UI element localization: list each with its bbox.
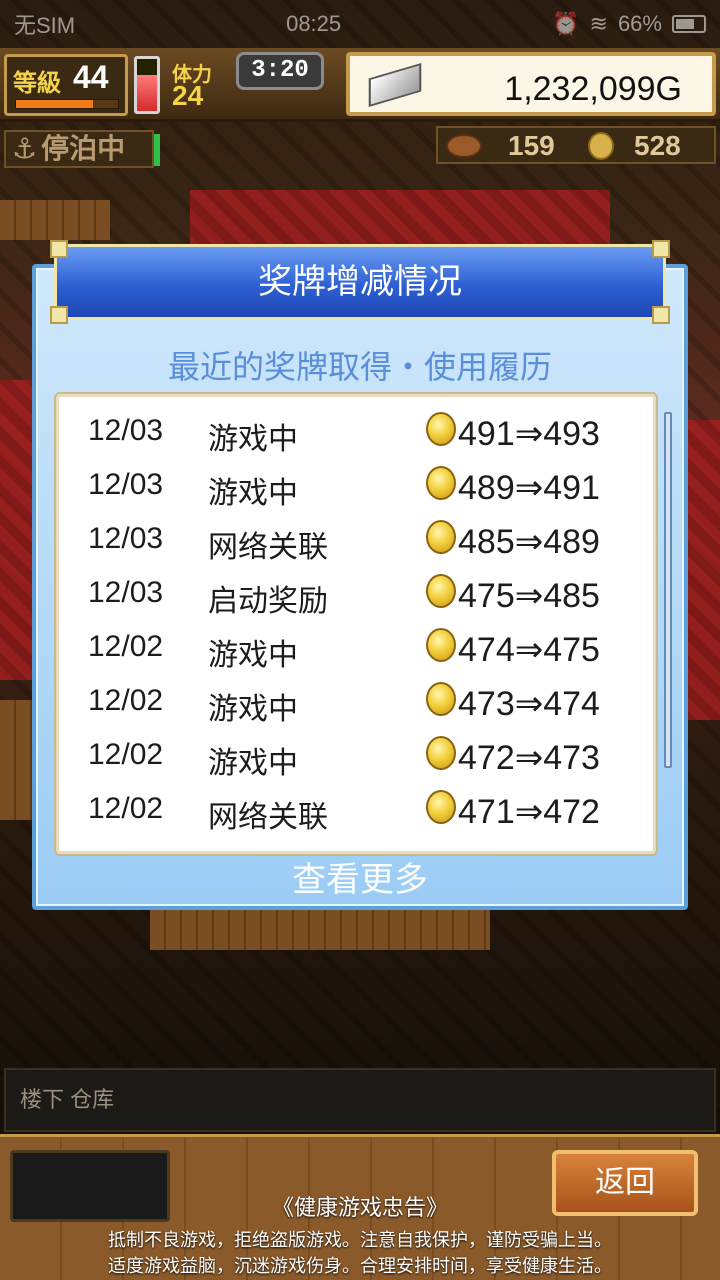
view-more-button[interactable]: 查看更多 bbox=[32, 852, 688, 908]
history-scrollbar[interactable] bbox=[664, 412, 672, 768]
health-notice-line: 抵制不良游戏，拒绝盗版游戏。注意自我保护，谨防受骗上当。 bbox=[108, 1230, 612, 1250]
row-date: 12/02 bbox=[88, 684, 164, 717]
medal-coin-icon bbox=[426, 682, 456, 716]
row-change: 472⇒473 bbox=[458, 739, 600, 777]
row-type: 游戏中 bbox=[208, 477, 298, 510]
row-date: 12/03 bbox=[88, 522, 164, 555]
dialog-subtitle: 最近的奖牌取得・使用履历 bbox=[167, 349, 552, 385]
medal-coin-icon bbox=[426, 466, 456, 500]
row-type: 启动奖励 bbox=[208, 585, 328, 618]
medal-coin-icon bbox=[426, 790, 456, 824]
stamina-timer: 3:20 bbox=[236, 52, 324, 90]
stamina-gauge-fill bbox=[137, 74, 157, 111]
medal-coin-icon bbox=[426, 628, 456, 662]
location-bar: 楼下 仓库 bbox=[4, 1068, 716, 1132]
history-row: 12/02 游戏中 474⇒475 bbox=[56, 618, 656, 672]
row-type: 游戏中 bbox=[208, 747, 298, 780]
stamina-value: 24 bbox=[172, 80, 204, 111]
food-count: 159 bbox=[508, 130, 555, 161]
silver-ingot-icon bbox=[368, 63, 422, 107]
row-type: 游戏中 bbox=[208, 423, 298, 456]
anchor-status[interactable]: ⚓ 停泊中 bbox=[4, 130, 160, 168]
history-row: 12/02 游戏中 473⇒474 bbox=[56, 672, 656, 726]
row-date: 12/02 bbox=[88, 792, 164, 825]
row-date: 12/02 bbox=[88, 630, 164, 663]
dialog-title: 奖牌增减情况 bbox=[258, 263, 462, 301]
medal-coin-icon bbox=[426, 412, 456, 446]
deck-railing bbox=[0, 200, 110, 240]
gold-panel[interactable]: 1,232,099G bbox=[346, 52, 716, 116]
level-value: 44 bbox=[73, 59, 109, 95]
row-type: 网络关联 bbox=[208, 531, 328, 564]
row-change: 491⇒493 bbox=[458, 415, 600, 453]
medal-coin-icon bbox=[426, 574, 456, 608]
history-row: 12/03 游戏中 489⇒491 bbox=[56, 456, 656, 510]
medal-count: 528 bbox=[634, 130, 681, 161]
status-bar: 无SIM 08:25 ⏰ ≋ 66% bbox=[0, 0, 720, 48]
exp-bar-fill bbox=[16, 100, 93, 108]
clock: 08:25 bbox=[286, 11, 342, 36]
row-change: 485⇒489 bbox=[458, 523, 600, 561]
row-date: 12/02 bbox=[88, 738, 164, 771]
row-change: 474⇒475 bbox=[458, 631, 600, 669]
stamina-gauge bbox=[134, 56, 160, 114]
row-change: 475⇒485 bbox=[458, 577, 600, 615]
history-row: 12/02 网络关联 471⇒472 bbox=[56, 780, 656, 834]
deck-railing bbox=[150, 910, 490, 950]
health-notice-line: 适度游戏益脑，沉迷游戏伤身。合理安排时间，享受健康生活。 bbox=[108, 1256, 612, 1276]
history-row: 12/03 游戏中 491⇒493 bbox=[56, 402, 656, 456]
carrier-label: 无SIM bbox=[14, 13, 76, 38]
row-type: 游戏中 bbox=[208, 693, 298, 726]
row-change: 473⇒474 bbox=[458, 685, 600, 723]
battery-percent: 66% bbox=[617, 11, 662, 36]
medal-coin-icon bbox=[426, 736, 456, 770]
battery-icon bbox=[671, 15, 706, 33]
history-row: 12/02 游戏中 472⇒473 bbox=[56, 726, 656, 780]
health-notice-title: 《健康游戏忠告》 bbox=[271, 1195, 448, 1220]
row-date: 12/03 bbox=[88, 414, 164, 447]
anchor-icon: ⚓ bbox=[12, 133, 38, 164]
deck-carpet bbox=[190, 190, 610, 250]
status-icons: ⏰ ≋ 66% bbox=[552, 11, 706, 37]
level-label: 等級 bbox=[13, 70, 61, 97]
food-icon bbox=[446, 134, 482, 158]
level-panel: 等級 44 bbox=[4, 54, 128, 116]
resource-bar: 159 528 bbox=[436, 126, 716, 164]
row-type: 网络关联 bbox=[208, 801, 328, 834]
wifi-icon: ≋ bbox=[589, 11, 608, 36]
alarm-icon: ⏰ bbox=[552, 11, 580, 36]
row-type: 游戏中 bbox=[208, 639, 298, 672]
medal-icon bbox=[588, 132, 614, 160]
row-date: 12/03 bbox=[88, 468, 164, 501]
anchor-status-label: 停泊中 bbox=[41, 133, 126, 164]
row-change: 471⇒472 bbox=[458, 793, 600, 831]
medal-coin-icon bbox=[426, 520, 456, 554]
row-date: 12/03 bbox=[88, 576, 164, 609]
gold-amount: 1,232,099G bbox=[504, 70, 682, 108]
row-change: 489⇒491 bbox=[458, 469, 600, 507]
history-row: 12/03 网络关联 485⇒489 bbox=[56, 510, 656, 564]
exp-bar bbox=[15, 99, 119, 109]
history-row: 12/03 启动奖励 475⇒485 bbox=[56, 564, 656, 618]
